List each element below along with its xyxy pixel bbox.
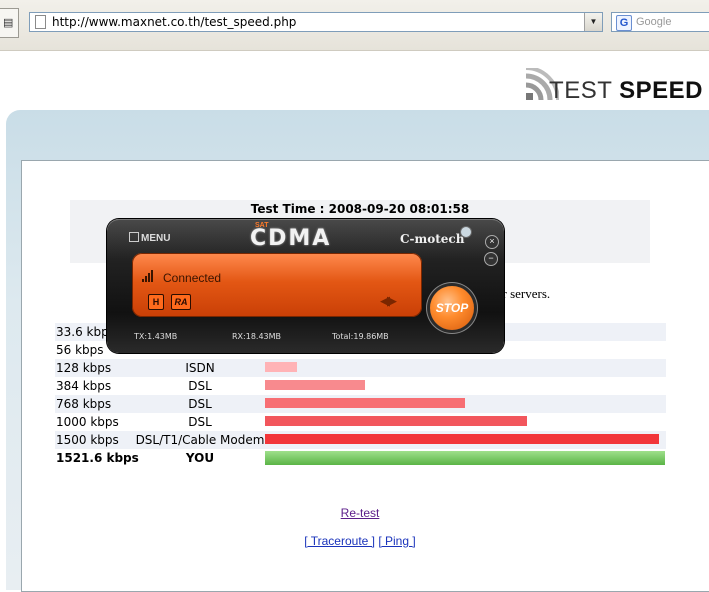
roaming-badge: RA [171, 294, 191, 310]
retest-link[interactable]: Re-test [341, 506, 380, 520]
speed-bar [265, 362, 297, 372]
test-time: Test Time : 2008-09-20 08:01:58 [250, 202, 470, 216]
table-row: 768 kbps DSL [55, 395, 666, 413]
info-text-fragment: ur servers. [496, 286, 551, 301]
tx-stat: TX:1.43MB [134, 332, 178, 341]
speed-bar [265, 398, 465, 408]
ping-link[interactable]: [ Ping ] [378, 534, 415, 548]
signal-strength-icon [142, 270, 153, 282]
chevron-down-icon[interactable]: ▼ [584, 13, 602, 31]
table-row: 1500 kbps DSL/T1/Cable Modem [55, 431, 666, 449]
rx-stat: RX:18.43MB [232, 332, 282, 341]
connection-type: ISDN [185, 361, 215, 375]
speed-value: 768 kbps [56, 397, 112, 411]
url-text[interactable]: http://www.maxnet.co.th/test_speed.php [52, 15, 296, 29]
page-icon: ▤ [3, 17, 14, 29]
minimize-button[interactable]: − [484, 252, 498, 266]
speed-value: 384 kbps [56, 379, 112, 393]
indicator-light [460, 226, 472, 238]
stop-button[interactable]: STOP [430, 286, 474, 330]
site-logo: TEST SPEED [525, 68, 703, 104]
logo-text-bold: SPEED [619, 77, 703, 104]
speed-value: 128 kbps [56, 361, 112, 375]
logo-text: TEST SPEED [549, 77, 703, 105]
tools-links: [ Traceroute ] [ Ping ] [0, 534, 709, 548]
speed-value: 56 kbps [56, 343, 104, 357]
table-row: 128 kbps ISDN [55, 359, 666, 377]
connection-type: YOU [185, 451, 215, 465]
speed-value: 1000 kbps [56, 415, 119, 429]
google-icon[interactable]: G [616, 15, 632, 31]
browser-toolbar: ▤ http://www.maxnet.co.th/test_speed.php… [0, 0, 709, 51]
connection-type: DSL [188, 415, 212, 429]
search-placeholder: Google [636, 16, 672, 28]
connection-status: Connected [163, 271, 222, 285]
total-stat: Total:19.86MB [332, 332, 389, 341]
document-icon [35, 15, 46, 29]
menu-icon [129, 232, 139, 242]
logo-text-light: TEST [549, 77, 612, 104]
cdma-dialer-window[interactable]: MENU SAT CDMA C-motech × − Connected H R… [107, 219, 504, 353]
speed-value: 1521.6 kbps [56, 451, 139, 465]
retest-link-container: Re-test [0, 506, 709, 520]
transfer-arrows-icon: ◀▶ [380, 293, 397, 308]
traceroute-link[interactable]: [ Traceroute ] [304, 534, 375, 548]
address-bar[interactable]: http://www.maxnet.co.th/test_speed.php ▼ [29, 12, 603, 32]
menu-button[interactable]: MENU [129, 232, 170, 244]
table-row: 1521.6 kbps YOU [55, 449, 666, 467]
status-screen: Connected H RA ◀▶ [132, 253, 422, 317]
page-menu-button[interactable]: ▤ [0, 8, 19, 38]
brand-name: C-motech [400, 232, 465, 246]
connection-type: DSL/T1/Cable Modem [135, 433, 265, 447]
speed-bar [265, 434, 659, 444]
menu-label: MENU [141, 233, 171, 244]
table-row: 1000 kbps DSL [55, 413, 666, 431]
cdma-logo: CDMA [250, 226, 332, 251]
search-input[interactable]: G Google [611, 12, 709, 32]
connection-type: DSL [188, 379, 212, 393]
speed-bar [265, 451, 665, 465]
speed-value: 1500 kbps [56, 433, 119, 447]
speed-bar [265, 380, 365, 390]
table-row: 384 kbps DSL [55, 377, 666, 395]
connection-type: DSL [188, 397, 212, 411]
hdr-badge: H [148, 294, 164, 310]
speed-bar [265, 416, 527, 426]
close-button[interactable]: × [485, 235, 499, 249]
